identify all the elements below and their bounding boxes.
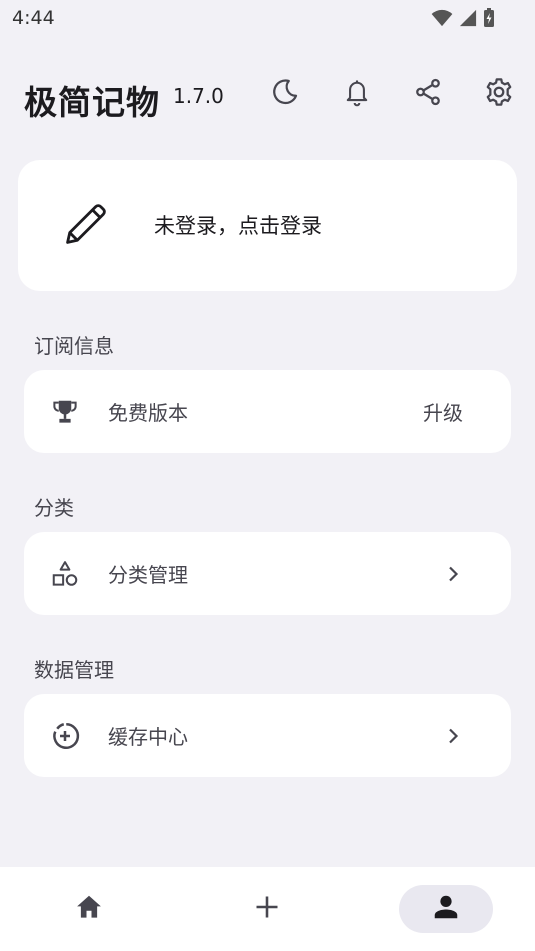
- nav-add[interactable]: [220, 885, 314, 933]
- add-icon: [253, 893, 281, 925]
- header: 极简记物 1.7.0: [0, 70, 535, 122]
- shapes-icon: [50, 559, 80, 589]
- login-card[interactable]: 未登录，点击登录: [18, 160, 517, 291]
- cell-signal-icon: [459, 9, 477, 31]
- notifications-button[interactable]: [339, 76, 375, 112]
- moon-icon: [270, 77, 300, 111]
- subscription-row[interactable]: 免费版本 升级: [24, 370, 511, 453]
- trophy-icon: [50, 397, 80, 427]
- gear-icon: [483, 76, 515, 112]
- bottom-navigation: [0, 867, 535, 951]
- wifi-icon: [431, 9, 453, 31]
- battery-charging-icon: [483, 8, 495, 32]
- app-title: 极简记物: [24, 83, 160, 122]
- settings-button[interactable]: [481, 76, 517, 112]
- status-time: 4:44: [12, 7, 55, 29]
- section-title-subscription: 订阅信息: [34, 334, 114, 358]
- login-text: 未登录，点击登录: [154, 214, 322, 238]
- category-management-row[interactable]: 分类管理: [24, 532, 511, 615]
- upgrade-button[interactable]: 升级: [423, 397, 463, 426]
- section-title-data: 数据管理: [34, 658, 114, 682]
- status-icons: [431, 8, 495, 32]
- bell-icon: [343, 77, 371, 111]
- data-usage-icon: [50, 721, 80, 751]
- nav-home[interactable]: [42, 885, 136, 933]
- share-button[interactable]: [410, 76, 446, 112]
- person-icon: [431, 892, 461, 926]
- status-bar: 4:44: [0, 0, 535, 36]
- chevron-right-icon: [441, 724, 465, 748]
- chevron-right-icon: [441, 562, 465, 586]
- home-icon: [74, 892, 104, 926]
- section-title-category: 分类: [34, 496, 74, 520]
- category-management-label: 分类管理: [108, 563, 188, 587]
- subscription-label: 免费版本: [108, 401, 188, 425]
- cache-center-label: 缓存中心: [108, 725, 188, 749]
- share-icon: [413, 77, 443, 111]
- pencil-icon: [60, 198, 112, 254]
- app-version: 1.7.0: [173, 84, 224, 108]
- dark-mode-button[interactable]: [267, 76, 303, 112]
- cache-center-row[interactable]: 缓存中心: [24, 694, 511, 777]
- nav-profile[interactable]: [399, 885, 493, 933]
